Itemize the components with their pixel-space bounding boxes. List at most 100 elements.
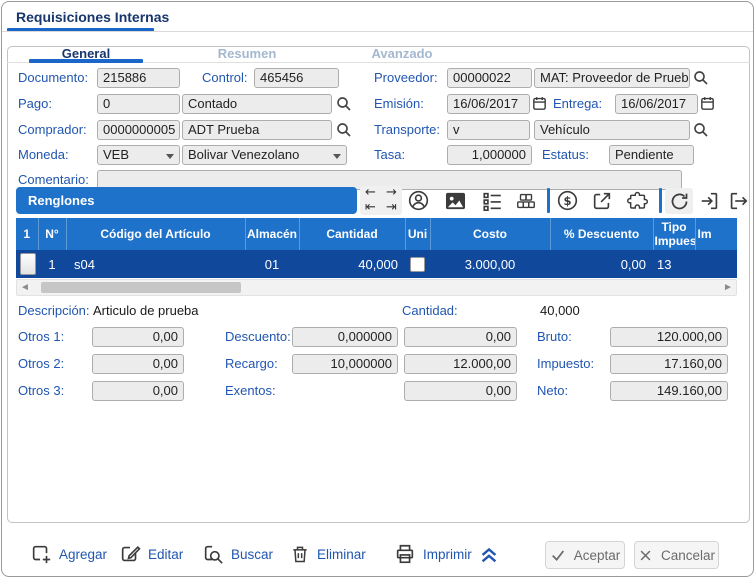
currency-icon[interactable]: $ xyxy=(556,189,579,212)
row-selector-button[interactable] xyxy=(20,253,36,275)
transporte-name-field[interactable]: Vehículo xyxy=(534,120,690,140)
aceptar-button[interactable]: Aceptar xyxy=(545,541,625,569)
transporte-label: Transporte: xyxy=(374,122,440,137)
check-icon xyxy=(551,550,564,561)
estatus-field: Pendiente xyxy=(609,145,694,165)
emision-field[interactable]: 16/06/2017 xyxy=(447,94,530,114)
bruto-label: Bruto: xyxy=(537,329,572,344)
user-icon[interactable] xyxy=(407,189,430,212)
descripcion-label: Descripción: xyxy=(18,303,90,318)
recargo-pct-field[interactable]: 10,000000 xyxy=(292,354,398,374)
comprador-code-field[interactable]: 0000000005 xyxy=(97,120,180,140)
impuesto-field: 17.160,00 xyxy=(610,354,728,374)
tasa-field[interactable]: 1,000000 xyxy=(447,145,532,165)
pago-name-field[interactable]: Contado xyxy=(182,94,332,114)
imprimir-button[interactable]: Imprimir xyxy=(394,542,472,566)
documento-field[interactable]: 215886 xyxy=(97,68,180,88)
entrega-field[interactable]: 16/06/2017 xyxy=(615,94,698,114)
collapse-chevrons-icon[interactable] xyxy=(476,543,502,565)
open-external-icon[interactable] xyxy=(591,190,613,212)
control-field[interactable]: 465456 xyxy=(254,68,339,88)
moneda-code-select[interactable]: VEB xyxy=(97,145,180,165)
otros2-field[interactable]: 0,00 xyxy=(92,354,184,374)
table-hscrollbar[interactable]: ◄ ► xyxy=(16,279,737,296)
chevron-down-icon xyxy=(166,154,174,159)
col-numero[interactable]: N° xyxy=(38,218,67,250)
col-tipo-impuesto[interactable]: Tipo Impuesto xyxy=(653,218,696,250)
buscar-button[interactable]: Buscar xyxy=(202,542,273,566)
recargo-amount-field[interactable]: 12.000,00 xyxy=(404,354,517,374)
agregar-button[interactable]: Agregar xyxy=(30,542,107,566)
tasa-label: Tasa: xyxy=(374,147,406,162)
pago-code-field[interactable]: 0 xyxy=(97,94,180,114)
neto-field: 149.160,00 xyxy=(610,381,728,401)
pago-search-icon[interactable] xyxy=(335,95,353,113)
otros3-label: Otros 3: xyxy=(18,383,65,398)
cell-costo: 3.000,00 xyxy=(430,250,550,278)
list-icon[interactable] xyxy=(481,190,504,212)
col-uni[interactable]: Uni xyxy=(405,218,431,250)
last-record-icon[interactable]: ⇥ xyxy=(381,200,402,216)
tab-resumen[interactable]: Resumen xyxy=(187,46,307,61)
import-icon[interactable] xyxy=(699,190,721,212)
col-selector[interactable]: 1 xyxy=(16,218,39,250)
editar-label: Editar xyxy=(148,546,184,562)
moneda-code-value: VEB xyxy=(103,147,130,162)
transporte-code-field[interactable]: v xyxy=(447,120,530,140)
stock-boxes-icon[interactable] xyxy=(514,190,538,212)
impuesto-label: Impuesto: xyxy=(537,356,595,371)
cell-uni[interactable] xyxy=(405,250,430,278)
descuento-amount-field[interactable]: 0,00 xyxy=(404,327,517,347)
otros3-field[interactable]: 0,00 xyxy=(92,381,184,401)
scrollbar-thumb[interactable] xyxy=(41,282,241,293)
col-cantidad[interactable]: Cantidad xyxy=(299,218,406,250)
eliminar-button[interactable]: Eliminar xyxy=(290,542,366,566)
comprador-name-field[interactable]: ADT Prueba xyxy=(182,120,332,140)
proveedor-name-field[interactable]: MAT: Proveedor de Prueba xyxy=(534,68,690,88)
emision-calendar-icon[interactable] xyxy=(531,95,548,112)
otros1-field[interactable]: 0,00 xyxy=(92,327,184,347)
scroll-right-icon[interactable]: ► xyxy=(721,281,735,294)
scroll-left-icon[interactable]: ◄ xyxy=(18,281,32,294)
next-record-icon[interactable]: → xyxy=(381,186,402,201)
recargo-label: Recargo: xyxy=(225,356,278,371)
eliminar-label: Eliminar xyxy=(317,546,366,562)
uni-checkbox[interactable] xyxy=(410,256,425,272)
record-nav-arrows[interactable]: ← → ⇤ ⇥ xyxy=(360,186,402,215)
col-descuento[interactable]: % Descuento xyxy=(550,218,654,250)
descuento-label: Descuento: xyxy=(225,329,291,344)
svg-text:$: $ xyxy=(563,194,571,208)
proveedor-code-field[interactable]: 00000022 xyxy=(447,68,532,88)
requisiciones-window: Requisiciones Internas General Resumen A… xyxy=(1,1,754,577)
buscar-label: Buscar xyxy=(231,546,274,562)
transporte-search-icon[interactable] xyxy=(692,121,710,139)
plugin-puzzle-icon[interactable] xyxy=(626,190,650,212)
cancelar-button[interactable]: Cancelar xyxy=(634,541,719,569)
cell-numero: 1 xyxy=(38,250,66,278)
add-square-icon xyxy=(32,545,51,564)
cell-descuento: 0,00 xyxy=(550,250,653,278)
proveedor-search-icon[interactable] xyxy=(692,69,710,87)
image-icon[interactable] xyxy=(444,191,467,211)
export-icon[interactable] xyxy=(727,190,749,212)
col-costo[interactable]: Costo xyxy=(430,218,551,250)
first-record-icon[interactable]: ⇤ xyxy=(360,200,381,216)
prev-record-icon[interactable]: ← xyxy=(360,186,381,201)
estatus-label: Estatus: xyxy=(542,147,589,162)
title-separator xyxy=(2,31,753,32)
table-row[interactable]: 1 s04 01 40,000 3.000,00 0,00 13 xyxy=(16,250,737,278)
table-header-row: 1 N° Código del Artículo Almacén Cantida… xyxy=(16,218,737,250)
cantidad-value: 40,000 xyxy=(540,303,580,318)
col-codigo[interactable]: Código del Artículo xyxy=(66,218,246,250)
refresh-icon[interactable] xyxy=(665,188,693,214)
tab-avanzado[interactable]: Avanzado xyxy=(342,46,462,61)
col-importe[interactable]: Im xyxy=(695,218,737,250)
entrega-calendar-icon[interactable] xyxy=(699,95,716,112)
edit-square-icon xyxy=(121,545,141,562)
comprador-search-icon[interactable] xyxy=(335,121,353,139)
editar-button[interactable]: Editar xyxy=(119,542,183,566)
col-almacen[interactable]: Almacén xyxy=(245,218,300,250)
descuento-pct-field[interactable]: 0,000000 xyxy=(292,327,398,347)
row-selector-cell[interactable] xyxy=(16,250,38,278)
moneda-name-select[interactable]: Bolivar Venezolano xyxy=(182,145,347,165)
